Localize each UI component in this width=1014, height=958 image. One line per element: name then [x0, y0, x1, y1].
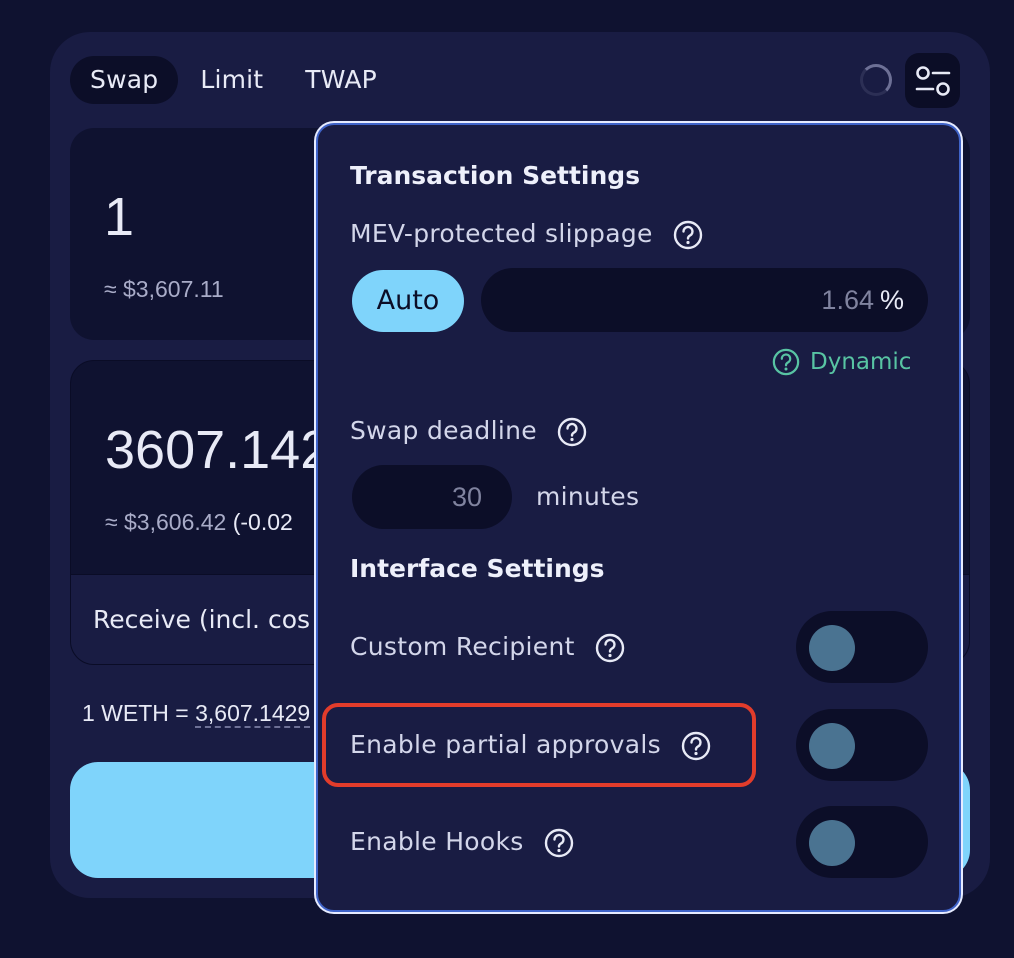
sell-fiat-value: ≈ $3,607.11 — [104, 276, 224, 302]
slippage-unit: % — [879, 284, 904, 315]
spinner-icon — [860, 64, 892, 96]
auto-slippage-button[interactable]: Auto — [352, 270, 464, 332]
partial-approvals-row: Enable partial approvals — [350, 730, 711, 761]
slippage-input[interactable]: 1.64 % — [481, 268, 928, 332]
price-impact: (-0.02 — [226, 509, 293, 535]
slippage-row: MEV-protected slippage — [350, 219, 703, 250]
toggle-knob — [809, 625, 855, 671]
slippage-label: MEV-protected slippage — [350, 219, 653, 248]
sliders-icon — [915, 65, 950, 96]
tab-limit[interactable]: Limit — [180, 56, 283, 104]
deadline-input[interactable]: 30 — [352, 465, 512, 529]
tab-twap[interactable]: TWAP — [285, 56, 397, 104]
deadline-unit: minutes — [536, 482, 640, 511]
toggle-knob — [809, 723, 855, 769]
question-circle-icon[interactable] — [681, 731, 711, 761]
dynamic-label: Dynamic — [810, 349, 912, 375]
buy-fiat: ≈ $3,606.42 — [105, 509, 227, 535]
buy-fiat-value: ≈ $3,606.42 (-0.02 — [105, 509, 293, 536]
enable-hooks-toggle[interactable] — [796, 806, 928, 878]
trade-type-tabs: Swap Limit TWAP — [70, 56, 399, 104]
tab-swap[interactable]: Swap — [70, 56, 179, 104]
question-circle-icon[interactable] — [673, 220, 703, 250]
deadline-row: Swap deadline — [350, 416, 587, 447]
question-circle-icon[interactable] — [557, 417, 587, 447]
partial-approvals-toggle[interactable] — [796, 709, 928, 781]
deadline-label: Swap deadline — [350, 416, 537, 445]
rate-value[interactable]: 3,607.1429 — [195, 700, 311, 728]
transaction-settings-title: Transaction Settings — [350, 161, 641, 190]
slippage-value: 1.64 — [821, 284, 874, 315]
custom-recipient-row: Custom Recipient — [350, 632, 625, 663]
dynamic-slippage-info[interactable]: Dynamic — [772, 348, 911, 376]
partial-approvals-label: Enable partial approvals — [350, 730, 661, 759]
enable-hooks-row: Enable Hooks — [350, 827, 574, 858]
toggle-knob — [809, 820, 855, 866]
interface-settings-title: Interface Settings — [350, 554, 605, 583]
question-circle-icon[interactable] — [595, 633, 625, 663]
exchange-rate: 1 WETH = 3,607.1429 — [82, 700, 311, 728]
custom-recipient-label: Custom Recipient — [350, 632, 575, 661]
receive-label: Receive (incl. cos — [93, 605, 311, 634]
enable-hooks-label: Enable Hooks — [350, 827, 524, 856]
settings-button[interactable] — [905, 53, 960, 108]
question-circle-icon — [772, 348, 800, 376]
question-circle-icon[interactable] — [544, 828, 574, 858]
settings-popover: Transaction Settings MEV-protected slipp… — [316, 123, 961, 912]
rate-prefix: 1 WETH = — [82, 700, 196, 726]
custom-recipient-toggle[interactable] — [796, 611, 928, 683]
buy-amount[interactable]: 3607.142 — [105, 419, 330, 481]
sell-amount[interactable]: 1 — [104, 186, 134, 248]
